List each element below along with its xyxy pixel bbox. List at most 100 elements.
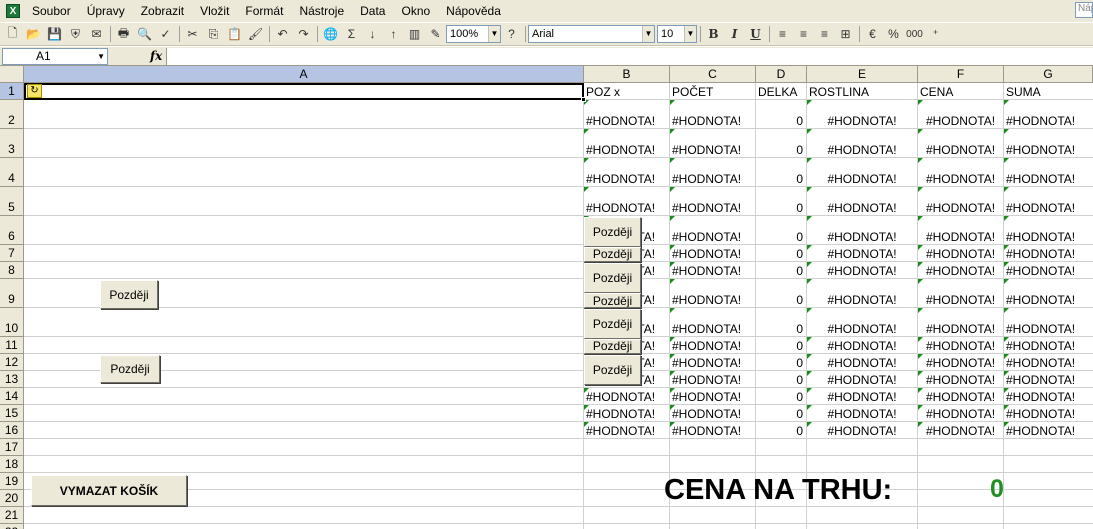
- print-icon[interactable]: 🖶: [113, 24, 134, 44]
- menu-item-edit[interactable]: Úpravy: [79, 4, 133, 18]
- row-header[interactable]: 2: [0, 100, 24, 129]
- table-cell-f[interactable]: #HODNOTA!: [918, 262, 1003, 278]
- table-cell-d[interactable]: 0: [756, 422, 806, 438]
- table-cell-g[interactable]: #HODNOTA!: [1004, 308, 1092, 336]
- row-header[interactable]: 8: [0, 262, 24, 279]
- table-cell-f[interactable]: #HODNOTA!: [918, 129, 1003, 157]
- table-cell-c[interactable]: #HODNOTA!: [670, 308, 755, 336]
- table-cell-g[interactable]: #HODNOTA!: [1004, 187, 1092, 215]
- table-cell-g[interactable]: #HODNOTA!: [1004, 100, 1092, 128]
- zoom-select[interactable]: 100% ▼: [446, 25, 501, 43]
- table-cell-e[interactable]: #HODNOTA!: [807, 279, 917, 307]
- table-cell-c[interactable]: #HODNOTA!: [670, 371, 755, 387]
- format-painter-icon[interactable]: 🖌: [245, 24, 266, 44]
- chevron-down-icon[interactable]: ▼: [97, 49, 105, 64]
- name-box[interactable]: A1 ▼: [2, 48, 108, 65]
- excel-app-icon[interactable]: X: [6, 4, 20, 18]
- row-header[interactable]: 20: [0, 490, 24, 507]
- clear-cart-button[interactable]: VYMAZAT KOŠÍK: [31, 475, 187, 506]
- column-header-g[interactable]: G: [1004, 66, 1093, 83]
- table-cell-f[interactable]: #HODNOTA!: [918, 187, 1003, 215]
- table-cell-b[interactable]: #HODNOTA!: [584, 158, 669, 186]
- table-cell-d[interactable]: 0: [756, 245, 806, 261]
- table-cell-g[interactable]: #HODNOTA!: [1004, 279, 1092, 307]
- thousands-separator-button[interactable]: 000: [904, 24, 925, 44]
- table-cell-g[interactable]: #HODNOTA!: [1004, 371, 1092, 387]
- column-header-c[interactable]: C: [670, 66, 756, 83]
- table-cell-c[interactable]: #HODNOTA!: [670, 129, 755, 157]
- table-cell-e[interactable]: #HODNOTA!: [807, 308, 917, 336]
- select-all-corner[interactable]: [0, 66, 24, 83]
- column-header-e[interactable]: E: [807, 66, 918, 83]
- help-search-input[interactable]: Náp: [1075, 2, 1093, 18]
- undo-icon[interactable]: ↶: [272, 24, 293, 44]
- active-cell-a1[interactable]: [24, 83, 586, 102]
- menu-item-tools[interactable]: Nástroje: [291, 4, 352, 18]
- table-cell-g[interactable]: #HODNOTA!: [1004, 262, 1092, 278]
- row-header[interactable]: 5: [0, 187, 24, 216]
- percent-button[interactable]: %: [883, 24, 904, 44]
- table-cell-f[interactable]: #HODNOTA!: [918, 216, 1003, 244]
- menu-item-window[interactable]: Okno: [393, 4, 438, 18]
- table-cell-d[interactable]: 0: [756, 405, 806, 421]
- column-header-a[interactable]: A: [24, 66, 584, 83]
- row-header[interactable]: 6: [0, 216, 24, 245]
- formula-input[interactable]: [166, 48, 1093, 65]
- table-cell-e[interactable]: #HODNOTA!: [807, 129, 917, 157]
- table-cell-c[interactable]: #HODNOTA!: [670, 279, 755, 307]
- row-header[interactable]: 21: [0, 507, 24, 524]
- later-button[interactable]: Později: [584, 263, 641, 293]
- row-header[interactable]: 14: [0, 388, 24, 405]
- paste-icon[interactable]: 📋: [224, 24, 245, 44]
- table-cell-b[interactable]: #HODNOTA!: [584, 388, 669, 404]
- later-button[interactable]: Později: [584, 355, 641, 385]
- later-button[interactable]: Později: [584, 309, 641, 339]
- menu-item-file[interactable]: Soubor: [24, 4, 79, 18]
- table-cell-f[interactable]: #HODNOTA!: [918, 100, 1003, 128]
- row-header[interactable]: 10: [0, 308, 24, 337]
- column-header-b[interactable]: B: [584, 66, 670, 83]
- hyperlink-icon[interactable]: 🌐: [320, 24, 341, 44]
- header-cell-delka[interactable]: DELKA: [756, 85, 806, 99]
- row-header[interactable]: 16: [0, 422, 24, 439]
- table-cell-d[interactable]: 0: [756, 388, 806, 404]
- menu-item-help[interactable]: Nápověda: [438, 4, 509, 18]
- table-cell-e[interactable]: #HODNOTA!: [807, 371, 917, 387]
- table-cell-g[interactable]: #HODNOTA!: [1004, 354, 1092, 370]
- table-cell-e[interactable]: #HODNOTA!: [807, 388, 917, 404]
- table-cell-e[interactable]: #HODNOTA!: [807, 405, 917, 421]
- table-cell-e[interactable]: #HODNOTA!: [807, 337, 917, 353]
- menu-item-insert[interactable]: Vložit: [192, 4, 237, 18]
- table-cell-d[interactable]: 0: [756, 371, 806, 387]
- chevron-down-icon[interactable]: ▼: [488, 26, 500, 42]
- table-cell-d[interactable]: 0: [756, 308, 806, 336]
- table-cell-c[interactable]: #HODNOTA!: [670, 262, 755, 278]
- table-cell-f[interactable]: #HODNOTA!: [918, 308, 1003, 336]
- chevron-down-icon[interactable]: ▼: [642, 26, 654, 42]
- table-cell-f[interactable]: #HODNOTA!: [918, 245, 1003, 261]
- open-folder-icon[interactable]: 📂: [23, 24, 44, 44]
- table-cell-e[interactable]: #HODNOTA!: [807, 187, 917, 215]
- table-cell-f[interactable]: #HODNOTA!: [918, 354, 1003, 370]
- column-header-f[interactable]: F: [918, 66, 1004, 83]
- help-icon[interactable]: ?: [501, 24, 522, 44]
- row-header[interactable]: 4: [0, 158, 24, 187]
- table-cell-d[interactable]: 0: [756, 216, 806, 244]
- sort-descending-icon[interactable]: ↑: [383, 24, 404, 44]
- font-size-select[interactable]: 10 ▼: [657, 25, 697, 43]
- table-cell-f[interactable]: #HODNOTA!: [918, 279, 1003, 307]
- italic-button[interactable]: I: [724, 24, 745, 44]
- table-cell-c[interactable]: #HODNOTA!: [670, 245, 755, 261]
- table-cell-e[interactable]: #HODNOTA!: [807, 100, 917, 128]
- align-center-icon[interactable]: ≡: [793, 24, 814, 44]
- save-icon[interactable]: 💾: [44, 24, 65, 44]
- table-cell-g[interactable]: #HODNOTA!: [1004, 245, 1092, 261]
- table-cell-d[interactable]: 0: [756, 158, 806, 186]
- later-button[interactable]: Později: [584, 247, 641, 262]
- table-cell-e[interactable]: #HODNOTA!: [807, 422, 917, 438]
- row-header[interactable]: 18: [0, 456, 24, 473]
- autosum-icon[interactable]: Σ: [341, 24, 362, 44]
- row-header[interactable]: 19: [0, 473, 24, 490]
- copy-icon[interactable]: ⎘: [203, 24, 224, 44]
- row-header[interactable]: 11: [0, 337, 24, 354]
